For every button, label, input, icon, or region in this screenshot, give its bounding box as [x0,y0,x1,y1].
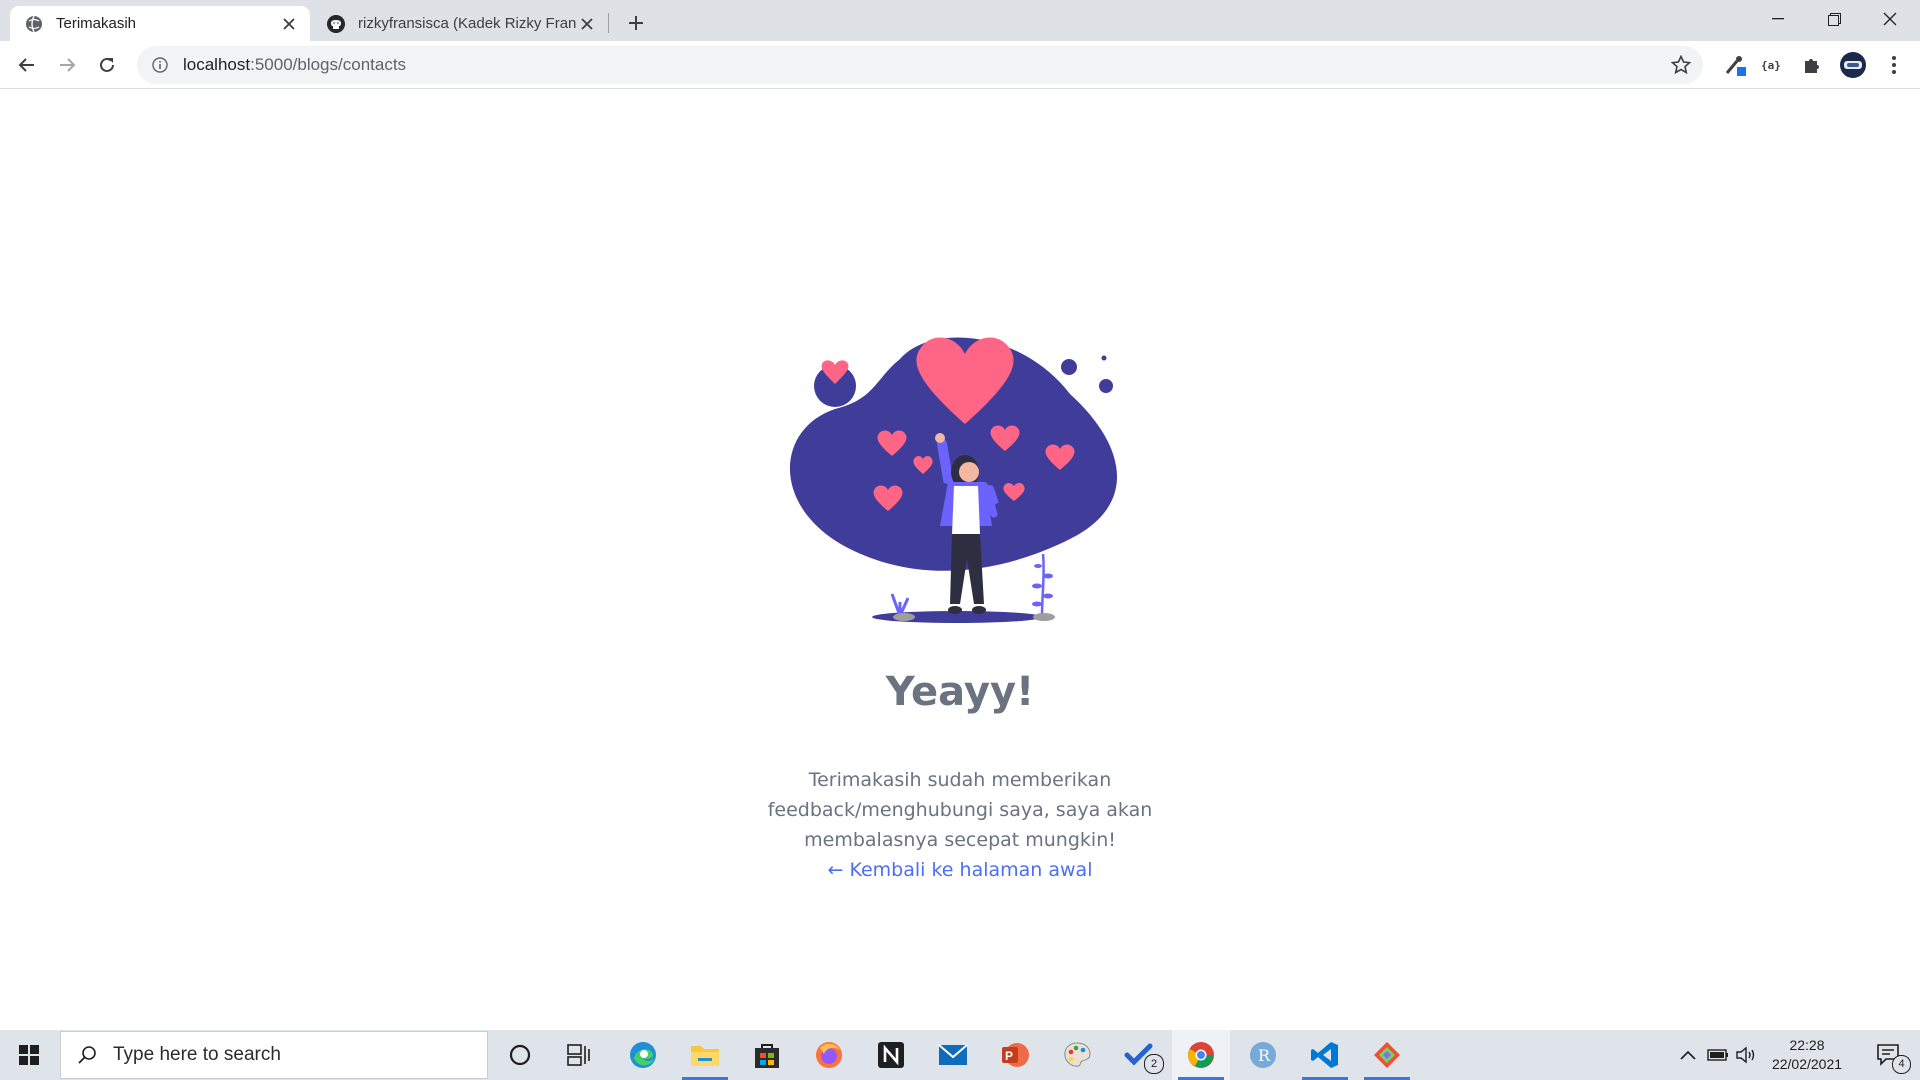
taskbar-app-firefox[interactable] [800,1030,858,1080]
url-host: localhost [183,55,251,74]
taskbar-app-vscode[interactable] [1296,1030,1354,1080]
minimize-button[interactable] [1750,0,1806,38]
address-bar[interactable]: localhost:5000/blogs/contacts [137,46,1703,84]
restore-button[interactable] [1806,0,1862,38]
forward-button[interactable] [51,49,83,81]
taskbar-app-file-explorer[interactable] [676,1030,734,1080]
woman-with-hearts-illustration [789,337,1118,623]
r-app-icon: R [1250,1042,1276,1068]
tab-divider [608,13,609,33]
taskbar-app-gitkraken[interactable] [1358,1030,1416,1080]
clock-date: 22/02/2021 [1771,1056,1843,1072]
cortana-icon [509,1044,531,1066]
close-tab-icon[interactable] [576,13,598,35]
battery-icon[interactable] [1705,1030,1731,1080]
search-placeholder: Type here to search [113,1044,281,1065]
show-hidden-icons-chevron-up-icon[interactable] [1676,1030,1700,1080]
new-tab-button[interactable] [622,9,650,37]
globe-icon [24,14,44,34]
notification-count-badge: 4 [1892,1055,1911,1074]
store-icon [755,1044,779,1068]
tab-title: Terimakasih [56,15,137,32]
start-button[interactable] [0,1030,58,1080]
powerpoint-icon: P [1002,1043,1029,1067]
minimize-icon [1772,18,1784,20]
todo-badge: 2 [1144,1054,1164,1074]
profile-avatar[interactable] [1838,50,1868,80]
git-diamond-icon [1374,1042,1400,1068]
taskbar-app-mail[interactable] [924,1030,982,1080]
url-text: localhost:5000/blogs/contacts [183,55,406,75]
edge-icon [630,1042,656,1068]
taskbar-app-paint[interactable] [1048,1030,1106,1080]
taskbar-app-chrome[interactable] [1172,1030,1230,1080]
taskbar-app-todo[interactable]: 2 [1110,1030,1168,1080]
windows-taskbar: Type here to search P 2 R 22:28 22/02/20… [0,1030,1920,1080]
browser-toolbar: localhost:5000/blogs/contacts {a} [0,41,1920,89]
taskbar-app-powerpoint[interactable]: P [986,1030,1044,1080]
extensions-puzzle-icon[interactable] [1797,50,1827,80]
close-window-button[interactable] [1862,0,1918,38]
tab-title: rizkyfransisca (Kadek Rizky Fransi [358,15,576,32]
system-clock[interactable]: 22:28 22/02/2021 [1762,1036,1852,1074]
extension-eyedropper-icon[interactable] [1720,50,1750,80]
back-button[interactable] [11,49,43,81]
svg-text:{a}: {a} [1761,59,1781,72]
plus-icon [629,16,643,30]
back-to-home-link[interactable]: ← Kembali ke halaman awal [0,859,1920,881]
folder-icon [691,1046,719,1066]
reload-button[interactable] [91,49,123,81]
restore-icon [1827,12,1841,26]
paint-palette-icon [1064,1042,1091,1067]
task-view-button[interactable] [550,1030,608,1080]
clock-time: 22:28 [1789,1037,1825,1053]
taskbar-app-notion[interactable] [862,1030,920,1080]
thank-you-message: Terimakasih sudah memberikan feedback/me… [767,769,1153,851]
volume-icon[interactable] [1733,1030,1759,1080]
info-icon[interactable] [151,56,169,74]
svg-text:R: R [1258,1046,1271,1065]
tab-github[interactable]: rizkyfransisca (Kadek Rizky Fransi [312,6,608,41]
taskbar-app-store[interactable] [738,1030,796,1080]
firefox-icon [816,1042,842,1068]
extension-json-icon[interactable]: {a} [1757,50,1787,80]
cortana-button[interactable] [491,1030,549,1080]
windows-logo-icon [19,1045,39,1065]
taskbar-app-r[interactable]: R [1234,1030,1292,1080]
bookmark-star-icon[interactable] [1669,53,1693,77]
chrome-menu-icon[interactable] [1879,50,1909,80]
browser-tab-bar: Terimakasih rizkyfransisca (Kadek Rizky … [0,0,1920,41]
close-icon [1883,12,1897,26]
page-content: Yeayy! Terimakasih sudah memberikan feed… [0,89,1920,1030]
page-headline: Yeayy! [885,669,1035,715]
url-path: :5000/blogs/contacts [250,55,407,74]
arrow-left-icon [18,58,34,72]
notion-icon [878,1042,904,1068]
taskbar-app-edge[interactable] [614,1030,672,1080]
arrow-right-icon [60,58,76,72]
vscode-icon [1311,1042,1338,1068]
close-tab-icon[interactable] [278,13,300,35]
svg-text:P: P [1005,1049,1013,1063]
task-view-icon [567,1044,590,1066]
reload-icon [100,57,114,72]
search-icon [75,1043,99,1067]
taskbar-search-input[interactable]: Type here to search [60,1031,488,1079]
mail-icon [938,1044,968,1065]
notification-center-button[interactable]: 4 [1866,1030,1912,1080]
tab-terimakasih[interactable]: Terimakasih [10,6,310,41]
chrome-icon [1188,1042,1214,1068]
github-icon [326,14,346,34]
